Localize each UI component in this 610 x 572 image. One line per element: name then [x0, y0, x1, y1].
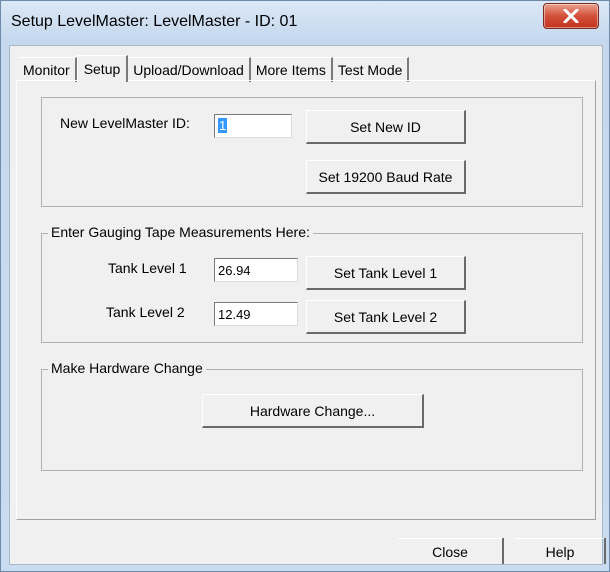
window-title: Setup LevelMaster: LevelMaster - ID: 01: [11, 13, 298, 30]
id-group: New LevelMaster ID: 1 Set New ID Set 192…: [41, 97, 583, 207]
tank-level-2-label: Tank Level 2: [106, 304, 185, 320]
hardware-legend: Make Hardware Change: [48, 360, 206, 376]
set-new-id-button[interactable]: Set New ID: [306, 110, 466, 144]
tab-test-mode[interactable]: Test Mode: [332, 57, 410, 82]
button-separator: [502, 538, 504, 564]
tab-more-items[interactable]: More Items: [250, 57, 333, 82]
hardware-group: Make Hardware Change Hardware Change...: [41, 360, 583, 471]
button-separator-2: [604, 538, 606, 564]
help-button[interactable]: Help: [514, 538, 606, 565]
tab-strip: Monitor Setup Upload/Download More Items…: [18, 55, 410, 82]
close-window-button[interactable]: [543, 3, 599, 29]
tab-upload-download[interactable]: Upload/Download: [128, 57, 251, 82]
tab-monitor[interactable]: Monitor: [18, 57, 77, 82]
new-id-label: New LevelMaster ID:: [60, 115, 190, 131]
set-tank-level-1-button[interactable]: Set Tank Level 1: [306, 256, 466, 290]
tab-setup[interactable]: Setup: [76, 55, 129, 82]
tank-level-1-label: Tank Level 1: [108, 260, 187, 276]
close-button[interactable]: Close: [398, 538, 502, 565]
new-id-value: 1: [218, 118, 228, 133]
dialog-client-area: Monitor Setup Upload/Download More Items…: [9, 45, 606, 566]
set-baud-rate-button[interactable]: Set 19200 Baud Rate: [306, 160, 466, 194]
close-icon: [563, 9, 579, 23]
tank-level-1-input[interactable]: [214, 258, 298, 282]
title-bar[interactable]: Setup LevelMaster: LevelMaster - ID: 01: [1, 1, 609, 45]
set-tank-level-2-button[interactable]: Set Tank Level 2: [306, 300, 466, 334]
setup-tab-panel: New LevelMaster ID: 1 Set New ID Set 192…: [16, 80, 596, 520]
dialog-window: Setup LevelMaster: LevelMaster - ID: 01 …: [0, 0, 610, 572]
hardware-change-button[interactable]: Hardware Change...: [202, 394, 424, 428]
button-bar: Close Help: [18, 538, 606, 566]
gauging-group: Enter Gauging Tape Measurements Here: Ta…: [41, 224, 583, 343]
new-id-input[interactable]: 1: [214, 114, 292, 138]
tank-level-2-input[interactable]: [214, 302, 298, 326]
gauging-legend: Enter Gauging Tape Measurements Here:: [48, 224, 313, 240]
